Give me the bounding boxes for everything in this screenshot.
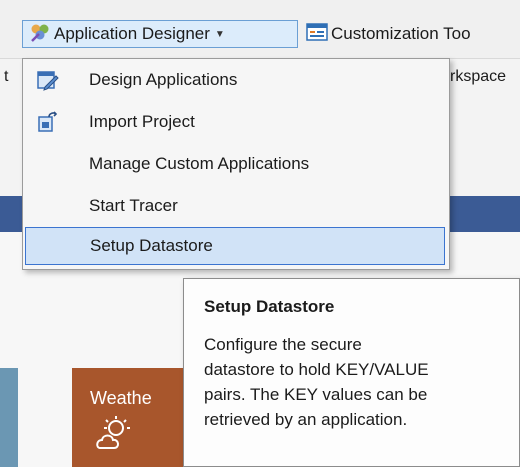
tooltip-title: Setup Datastore — [204, 297, 335, 316]
application-designer-label: Application Designer — [54, 24, 210, 43]
menu-item-label: Import Project — [89, 112, 195, 131]
customization-tools-label: Customization Too — [331, 24, 471, 43]
weather-tile-label: Weathe — [90, 388, 152, 408]
tooltip-line: datastore to hold KEY/VALUE — [204, 360, 429, 379]
menu-item-label: Setup Datastore — [90, 236, 213, 255]
menu-item-label: Manage Custom Applications — [89, 154, 310, 173]
menu-item-design-applications[interactable]: Design Applications — [25, 61, 445, 99]
application-designer-menu: Design Applications Import Project Manag… — [22, 58, 450, 270]
weather-tile[interactable]: Weathe — [72, 368, 192, 467]
design-applications-icon — [37, 69, 59, 96]
weather-icon — [94, 414, 134, 455]
toolbar: Application Designer ▼ Customization Too — [0, 0, 520, 59]
menu-item-start-tracer[interactable]: Start Tracer — [25, 187, 445, 225]
menu-item-label: Start Tracer — [89, 196, 178, 215]
application-designer-button[interactable]: Application Designer ▼ — [22, 20, 298, 48]
chevron-down-icon: ▼ — [214, 28, 225, 40]
left-tile[interactable] — [0, 368, 18, 467]
menu-item-setup-datastore[interactable]: Setup Datastore — [25, 227, 445, 265]
background-text-fragment: t — [4, 68, 9, 85]
menu-item-label: Design Applications — [89, 70, 238, 89]
tooltip-line: pairs. The KEY values can be — [204, 385, 428, 404]
tooltip-line: retrieved by an application. — [204, 410, 408, 429]
workspace-text-fragment: rkspace — [450, 68, 507, 85]
application-designer-icon — [29, 21, 51, 48]
customization-icon — [306, 22, 328, 47]
setup-datastore-tooltip: Setup Datastore Configure the secure dat… — [183, 278, 520, 467]
menu-item-manage-custom-applications[interactable]: Manage Custom Applications — [25, 145, 445, 183]
menu-item-import-project[interactable]: Import Project — [25, 103, 445, 141]
tooltip-line: Configure the secure — [204, 335, 362, 354]
customization-tools-button[interactable]: Customization Too — [306, 20, 471, 48]
import-project-icon — [37, 111, 59, 138]
